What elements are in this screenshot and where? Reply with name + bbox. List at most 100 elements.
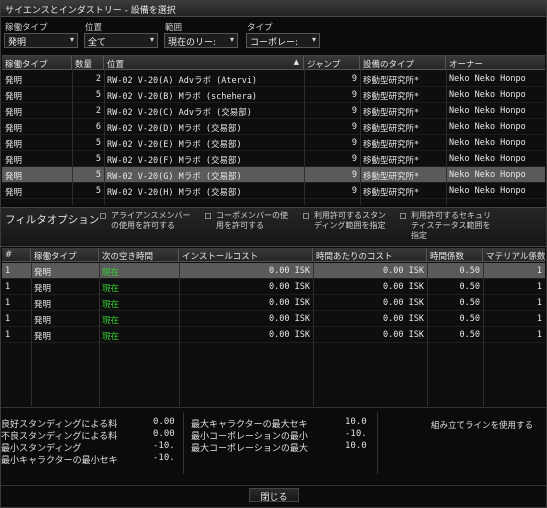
col-quantity[interactable]: 数量 — [72, 56, 104, 70]
facility-cell-qty: 5 — [95, 90, 101, 100]
facility-cell-activity: 発明 — [5, 188, 23, 198]
activity-type-dropdown[interactable]: 発明 ▾ — [4, 33, 78, 48]
facility-cell-location: RW-02 V-20(F) Mラボ (交易部) — [107, 156, 242, 166]
facility-row[interactable]: 発明 5 RW-02 V-20(G) Mラボ (交易部) 9 移動型研究所* Neko N… — [2, 167, 545, 183]
column-divider — [99, 248, 100, 406]
facility-cell-jumps: 9 — [351, 154, 357, 164]
allow-alliance-checkbox[interactable] — [100, 213, 106, 219]
facility-cell-owner: Neko Neko Honpo — [449, 170, 526, 180]
facility-cell-type: 移動型研究所* — [363, 124, 420, 134]
slot-cell-hourly: 0.00 ISK — [383, 266, 424, 276]
column-divider — [360, 56, 361, 205]
facility-cell-jumps: 9 — [351, 186, 357, 196]
slot-cell-mat: 1 — [536, 282, 542, 292]
col-next-free[interactable]: 次の空き時間 — [99, 248, 179, 262]
col-activity-type[interactable]: 稼働タイプ — [2, 56, 72, 70]
allow-corp-checkbox[interactable] — [205, 213, 211, 219]
facility-row[interactable]: 発明 5 RW-02 V-20(F) Mラボ (交易部) 9 移動型研究所* Neko N… — [2, 151, 545, 167]
slot-cell-time: 0.50 — [459, 330, 480, 340]
column-divider — [446, 56, 447, 205]
col-jumps[interactable]: ジャンプ — [304, 56, 360, 70]
facility-row[interactable]: 発明 5 RW-02 V-20(E) Mラボ (交易部) 9 移動型研究所* Neko N… — [2, 135, 545, 151]
slot-cell-num: 1 — [5, 298, 11, 308]
facility-cell-qty: 2 — [95, 106, 101, 116]
security-range-checkbox[interactable] — [400, 213, 406, 219]
slot-cell-mat: 1 — [536, 330, 542, 340]
slot-row[interactable]: 1 発明 現在 0.00 ISK 0.00 ISK 0.50 1 — [2, 327, 545, 343]
col-material-multiplier[interactable]: マテリアル係数 — [483, 248, 545, 262]
facility-cell-owner: Neko Neko Honpo — [449, 138, 526, 148]
allow-alliance-label: アライアンスメンバー の使用を許可する — [111, 211, 191, 230]
col-activity-type[interactable]: 稼働タイプ — [31, 248, 99, 262]
location-dropdown[interactable]: 全て ▾ — [84, 33, 158, 48]
select-facility-window: サイエンスとインダストリー - 設備を選択 稼働タイプ 発明 ▾ 位置 全て ▾… — [0, 0, 547, 508]
location-value: 全て — [88, 38, 107, 48]
facility-cell-owner: Neko Neko Honpo — [449, 74, 526, 84]
slot-cell-mat: 1 — [536, 298, 542, 308]
type-dropdown[interactable]: コーポレー: ▾ — [246, 33, 320, 48]
standing-label: 最小キャラクターの最小セキ — [1, 456, 118, 466]
slot-cell-hourly: 0.00 ISK — [383, 282, 424, 292]
col-install-cost[interactable]: インストールコスト — [179, 248, 313, 262]
slot-row[interactable]: 1 発明 現在 0.00 ISK 0.00 ISK 0.50 1 — [2, 311, 545, 327]
slot-cell-num: 1 — [5, 282, 11, 292]
facilities-table: 稼働タイプ 数量 位置 ▲ ジャンプ 設備のタイプ オーナー 発明 2 RW-02 … — [2, 55, 545, 205]
facility-cell-location: RW-02 V-20(H) Mラボ (交易部) — [107, 188, 242, 198]
range-dropdown[interactable]: 現在のリー: ▾ — [164, 33, 238, 48]
slot-row[interactable]: 1 発明 現在 0.00 ISK 0.00 ISK 0.50 1 — [2, 263, 545, 279]
slot-row[interactable]: 1 発明 現在 0.00 ISK 0.00 ISK 0.50 1 — [2, 295, 545, 311]
column-divider — [72, 56, 73, 205]
facility-cell-jumps: 9 — [351, 90, 357, 100]
slot-cell-hourly: 0.00 ISK — [383, 314, 424, 324]
facility-cell-activity: 発明 — [5, 172, 23, 182]
slot-row[interactable]: 1 発明 現在 0.00 ISK 0.00 ISK 0.50 1 — [2, 279, 545, 295]
security-range-label: 利用許可するセキュリ ティステータス範囲を 指定 — [411, 211, 491, 240]
divider — [1, 485, 546, 486]
col-facility-type[interactable]: 設備のタイプ — [360, 56, 446, 70]
facility-cell-jumps: 9 — [351, 170, 357, 180]
facility-cell-location: RW-02 V-20(G) Mラボ (交易部) — [107, 172, 242, 182]
facility-cell-type: 移動型研究所* — [363, 76, 420, 86]
facility-cell-owner: Neko Neko Honpo — [449, 106, 526, 116]
slots-table: # 稼働タイプ 次の空き時間 インストールコスト 時間あたりのコスト 時間係数 … — [2, 248, 545, 406]
facility-row[interactable]: 発明 5 RW-02 V-20(H) Mラボ (交易部) 9 移動型研究所* Neko N… — [2, 183, 545, 199]
range-label: 範囲 — [165, 23, 183, 33]
facility-cell-jumps: 9 — [351, 138, 357, 148]
chevron-down-icon: ▾ — [229, 35, 234, 44]
slot-cell-num: 1 — [5, 314, 11, 324]
use-assembly-line-label[interactable]: 組み立てラインを使用する — [431, 419, 533, 431]
col-hourly-cost[interactable]: 時間あたりのコスト — [313, 248, 427, 262]
slot-cell-mat: 1 — [536, 314, 542, 324]
slot-cell-install: 0.00 ISK — [269, 282, 310, 292]
col-number[interactable]: # — [2, 248, 31, 262]
facility-cell-owner: Neko Neko Honpo — [449, 154, 526, 164]
column-divider — [427, 248, 428, 406]
facility-cell-type: 移動型研究所* — [363, 156, 420, 166]
standing-range-checkbox[interactable] — [303, 213, 309, 219]
slot-cell-mat: 1 — [536, 266, 542, 276]
col-owner[interactable]: オーナー — [446, 56, 545, 70]
facility-row[interactable]: 発明 6 RW-02 V-20(D) Mラボ (交易部) 9 移動型研究所* Neko N… — [2, 119, 545, 135]
facility-cell-owner: Neko Neko Honpo — [449, 186, 526, 196]
facility-cell-qty: 2 — [95, 74, 101, 84]
slot-cell-install: 0.00 ISK — [269, 314, 310, 324]
standing-label: 最大コーポレーションの最大 — [191, 444, 308, 454]
allow-corp-label: コーポメンバーの使 用を許可する — [216, 211, 288, 230]
facility-cell-activity: 発明 — [5, 92, 23, 102]
activity-type-value: 発明 — [8, 38, 27, 48]
facility-row[interactable]: 発明 5 RW-02 V-20(B) Mラボ (schehera) 9 移動型研究所* N… — [2, 87, 545, 103]
slot-cell-next: 現在 — [102, 268, 120, 278]
col-time-multiplier[interactable]: 時間係数 — [427, 248, 483, 262]
column-divider — [304, 56, 305, 205]
title-bar[interactable]: サイエンスとインダストリー - 設備を選択 — [1, 1, 546, 17]
facility-cell-activity: 発明 — [5, 124, 23, 134]
col-location[interactable]: 位置 ▲ — [104, 56, 304, 70]
slot-cell-activity: 発明 — [34, 284, 52, 294]
column-divider — [483, 248, 484, 406]
facility-row[interactable]: 発明 2 RW-02 V-20(A) Advラボ (Atervi) 9 移動型研究所* N… — [2, 71, 545, 87]
standing-value: 0.00 — [153, 417, 175, 427]
location-label: 位置 — [85, 23, 103, 33]
facility-row[interactable]: 発明 2 RW-02 V-20(C) Advラボ (交易部) 9 移動型研究所* Neko… — [2, 103, 545, 119]
close-button[interactable]: 閉じる — [249, 488, 299, 503]
type-label: タイプ — [247, 23, 273, 33]
